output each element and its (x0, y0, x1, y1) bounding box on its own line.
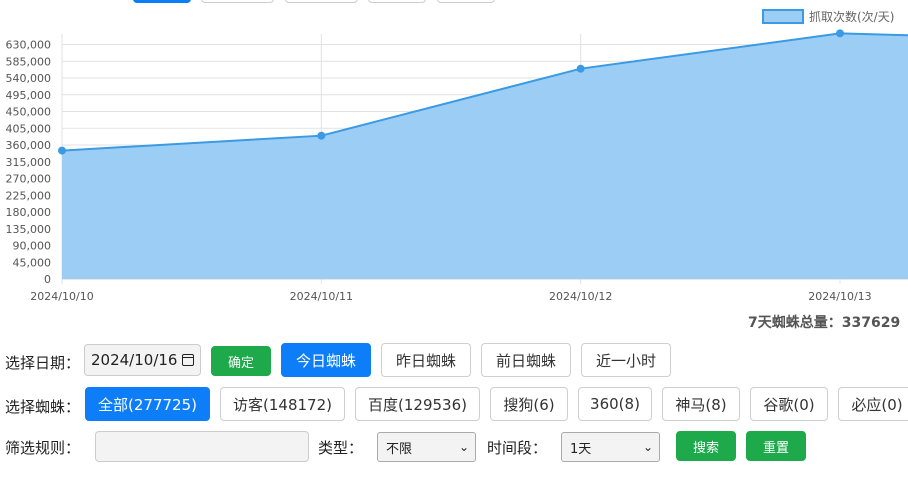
y-tick-label: 225,000 (6, 189, 52, 202)
data-point (58, 146, 66, 155)
date-input[interactable]: 2024/10/16 (84, 344, 201, 376)
x-tick-label: 2024/10/13 (808, 290, 871, 303)
chevron-down-icon: ⌄ (642, 440, 653, 454)
confirm-button[interactable]: 确定 (211, 346, 271, 376)
y-tick-label: 270,000 (6, 173, 52, 186)
legend-swatch (762, 9, 804, 24)
spider-bing-button[interactable]: 必应(0) (838, 387, 908, 421)
y-tick-label: 90,000 (13, 240, 52, 253)
type-select-value: 不限 (386, 441, 413, 457)
type-label: 类型： (318, 439, 364, 457)
seven-day-total: 7天蜘蛛总量：337629 (748, 315, 901, 331)
y-tick-label: 405,000 (6, 122, 52, 135)
today-spider-button[interactable]: 今日蜘蛛 (281, 343, 371, 377)
spider-shenma-button[interactable]: 神马(8) (662, 387, 740, 421)
y-tick-label: 45,000 (13, 256, 52, 269)
y-tick-label: 585,000 (6, 55, 52, 68)
data-point (576, 64, 585, 73)
x-axis: 2024/10/10 2024/10/11 2024/10/12 2024/10/13 (30, 278, 908, 303)
y-axis: 630,000 585,000 540,000 495,000 450,000 405,0… (6, 39, 52, 287)
spider-google-button[interactable]: 谷歌(0) (750, 387, 828, 421)
chart-legend[interactable]: 抓取次数(次/天) (762, 9, 894, 24)
rule-input[interactable] (95, 431, 309, 462)
spider-row: 选择蜘蛛： 全部(277725) 访客(148172) 百度(129536) 搜… (0, 386, 908, 424)
legend-label: 抓取次数(次/天) (809, 9, 894, 24)
y-tick-label: 540,000 (6, 72, 52, 85)
date-label: 选择日期： (5, 354, 81, 372)
y-tick-label: 0 (44, 273, 51, 286)
period-select-value: 1天 (570, 441, 592, 457)
y-tick-label: 450,000 (6, 106, 52, 119)
x-tick-label: 2024/10/11 (290, 290, 353, 303)
spider-sogou-button[interactable]: 搜狗(6) (490, 387, 568, 421)
data-point (835, 29, 844, 38)
y-tick-label: 360,000 (6, 139, 52, 152)
day-before-spider-button[interactable]: 前日蜘蛛 (481, 343, 571, 377)
period-select[interactable]: 1天 ⌄ (561, 432, 660, 462)
y-tick-label: 135,000 (6, 223, 52, 236)
y-tick-label: 630,000 (6, 39, 52, 52)
period-label: 时间段： (487, 439, 548, 457)
calendar-icon[interactable] (182, 354, 194, 366)
x-tick-label: 2024/10/10 (30, 290, 93, 303)
spider-visitor-button[interactable]: 访客(148172) (220, 387, 345, 421)
spider-360-button[interactable]: 360(8) (578, 387, 652, 421)
filter-row: 筛选规则： 类型： 不限 ⌄ 时间段： 1天 ⌄ 搜索 重置 (0, 430, 908, 468)
date-row: 选择日期： 2024/10/16 确定 今日蜘蛛 昨日蜘蛛 前日蜘蛛 近一小时 (0, 342, 908, 380)
spider-label: 选择蜘蛛： (5, 398, 81, 416)
series-area (62, 33, 908, 279)
rule-label: 筛选规则： (5, 439, 81, 457)
spider-all-button[interactable]: 全部(277725) (85, 387, 210, 421)
reset-button[interactable]: 重置 (746, 431, 806, 461)
last-hour-button[interactable]: 近一小时 (581, 343, 671, 377)
date-input-value: 2024/10/16 (91, 351, 178, 369)
search-button[interactable]: 搜索 (676, 431, 736, 461)
data-point (317, 131, 326, 140)
x-tick-label: 2024/10/12 (549, 290, 612, 303)
y-tick-label: 315,000 (6, 156, 52, 169)
crawl-chart: 630,000 585,000 540,000 495,000 450,000 405,0… (6, 9, 908, 303)
yesterday-spider-button[interactable]: 昨日蜘蛛 (381, 343, 471, 377)
y-tick-label: 180,000 (6, 206, 52, 219)
type-select[interactable]: 不限 ⌄ (377, 432, 476, 462)
y-tick-label: 495,000 (6, 89, 52, 102)
spider-baidu-button[interactable]: 百度(129536) (355, 387, 480, 421)
chevron-down-icon: ⌄ (458, 440, 469, 454)
